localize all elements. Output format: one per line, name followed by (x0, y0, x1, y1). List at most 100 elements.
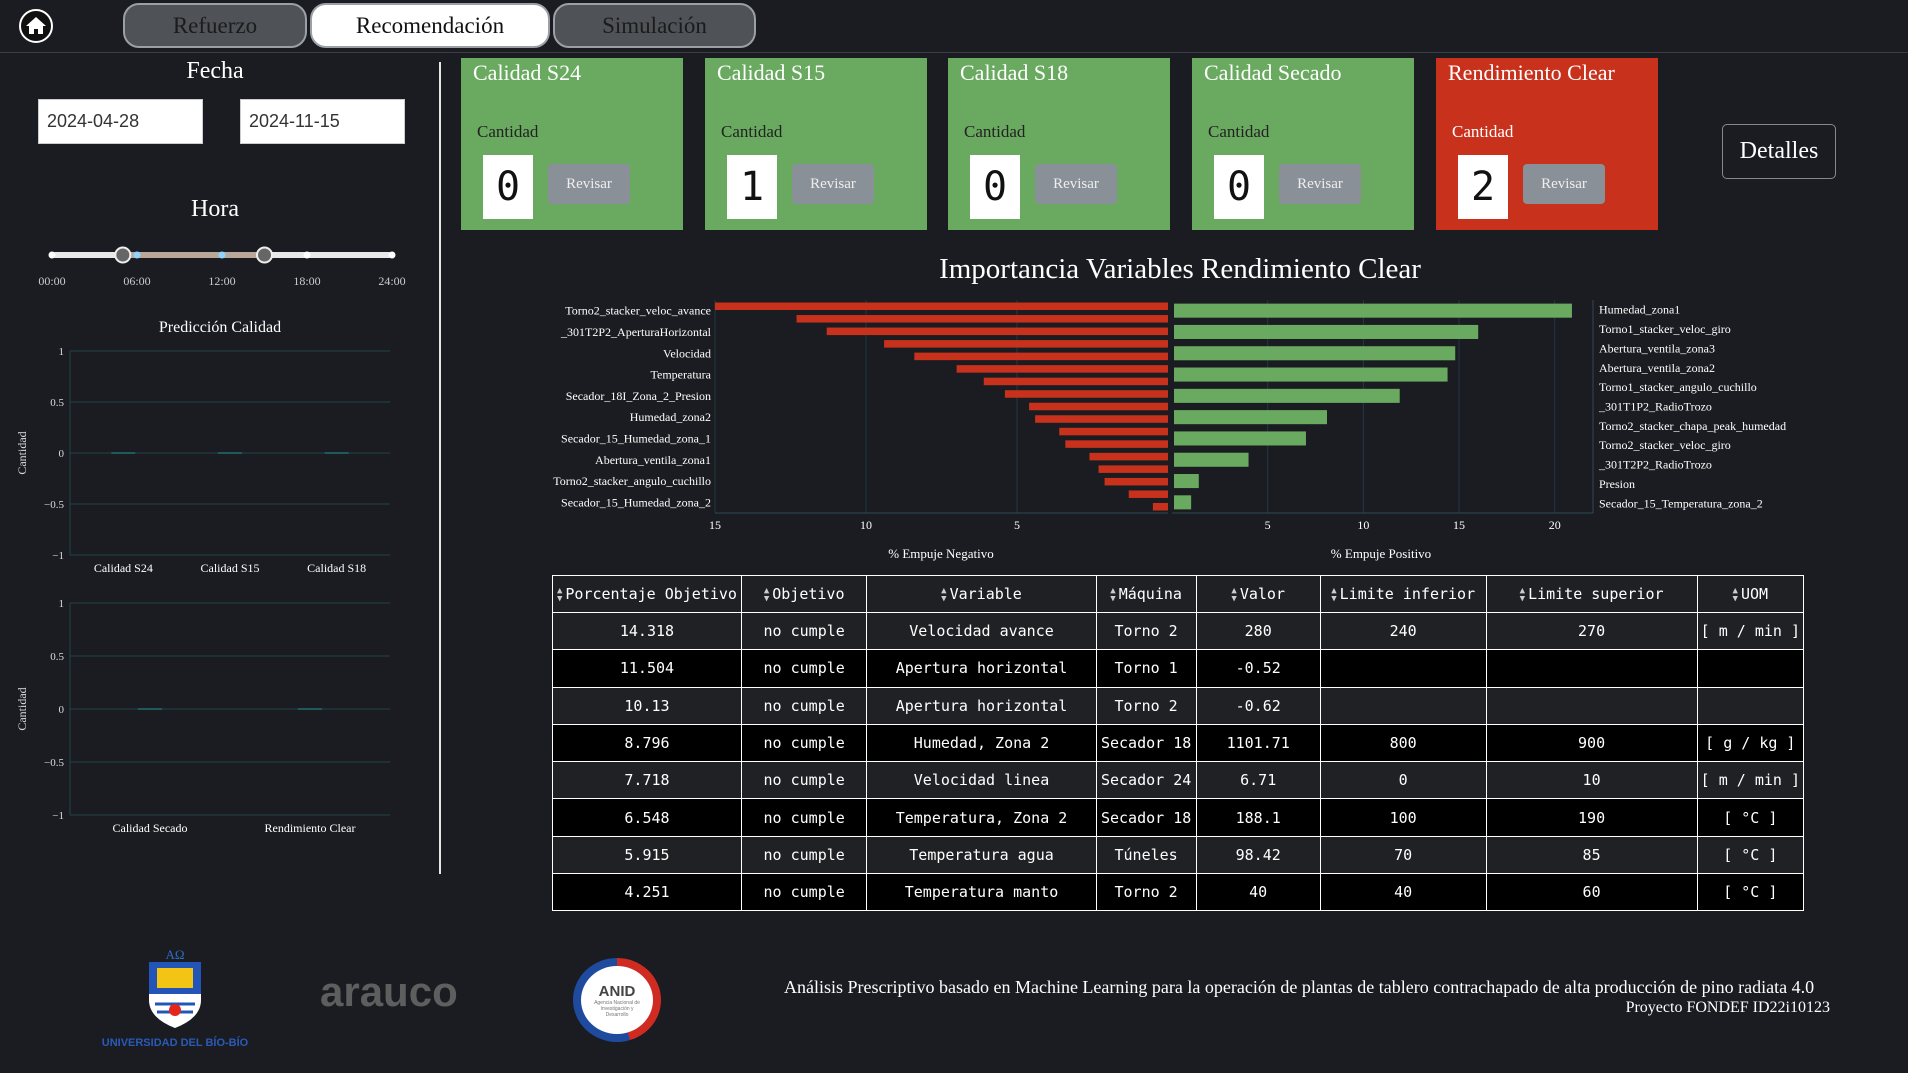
table-cell: [ °C ] (1696, 873, 1805, 912)
table-cell (1319, 649, 1487, 688)
table-cell: 14.318 (552, 611, 742, 651)
sort-icon[interactable]: ▲ ▼ (1520, 586, 1525, 603)
table-cell: Túneles (1095, 835, 1197, 875)
start-date-input[interactable]: 2024-04-28 (38, 99, 203, 144)
table-cell: 8.796 (552, 723, 742, 763)
x-tick-label: 20 (1549, 518, 1561, 532)
table-cell: 70 (1319, 835, 1487, 875)
anid-subtitle: Agencia Nacional de Investigación y Desa… (594, 999, 640, 1018)
table-cell: 10.13 (552, 686, 742, 725)
column-header[interactable]: ▲ ▼ Limite inferior (1319, 575, 1487, 613)
card-subtitle: Cantidad (1452, 122, 1514, 141)
home-icon (26, 17, 46, 34)
table-row: 10.13 no cumple Apertura horizontal Torno 2… (552, 686, 1805, 725)
negative-bar (884, 340, 1168, 348)
table-cell: -0.52 (1195, 649, 1321, 688)
tab-recomendacion[interactable]: Recomendación (310, 3, 550, 48)
footer-project: Proyecto FONDEF ID22i10123 (1625, 999, 1830, 1016)
sort-icon[interactable]: ▲ ▼ (941, 586, 946, 603)
review-button[interactable]: Revisar (548, 164, 630, 204)
card-calidad-s18: Calidad S18 Cantidad 0 Revisar (948, 58, 1170, 230)
udb-crest-icon: ΑΩ (147, 948, 203, 1028)
table-cell: 85 (1485, 835, 1698, 875)
negative-bar (1152, 502, 1168, 511)
table-cell: 7.718 (552, 761, 742, 800)
review-button[interactable]: Revisar (1035, 164, 1117, 204)
slider-handle-end[interactable] (256, 246, 273, 264)
negative-bar (1098, 465, 1168, 473)
table-cell (1485, 686, 1698, 725)
hour-title: Hora (191, 196, 239, 222)
table-cell: 11.504 (552, 649, 742, 688)
positive-category-label: Abertura_ventila_zona2 (1599, 361, 1715, 375)
table-cell (1485, 649, 1698, 688)
y-tick-label: 1 (59, 598, 65, 610)
negative-category-label: Humedad_zona2 (630, 410, 711, 424)
negative-category-label: Secador_15_Humedad_zona_1 (561, 431, 711, 445)
positive-category-label: Torno2_stacker_veloc_giro (1599, 438, 1731, 452)
slider-tick-dot (133, 251, 141, 259)
y-tick-label: 0 (59, 704, 65, 716)
y-tick-label: −0.5 (44, 757, 64, 769)
card-count: 0 (970, 155, 1020, 219)
column-header[interactable]: ▲ ▼ UOM (1696, 575, 1805, 613)
review-button[interactable]: Revisar (792, 164, 874, 204)
sort-icon[interactable]: ▲ ▼ (1331, 586, 1336, 603)
recommendation-table: ▲ ▼ Porcentaje Objetivo ▲ ▼ Objetivo ▲ ▼ Variabl… (552, 575, 1805, 912)
table-cell: [ °C ] (1696, 798, 1805, 837)
end-date-input[interactable]: 2024-11-15 (240, 99, 405, 144)
sort-icon[interactable]: ▲ ▼ (557, 586, 562, 603)
negative-category-label: _301T2P2_AperturaHorizontal (560, 325, 712, 339)
x-tick-label: Calidad S18 (307, 561, 366, 575)
details-button[interactable]: Detalles (1722, 124, 1836, 179)
hour-range-slider[interactable]: 00:00 06:00 12:00 18:00 24:00 (30, 235, 420, 295)
table-cell: Temperatura manto (866, 873, 1097, 912)
column-header[interactable]: ▲ ▼ Objetivo (740, 575, 868, 613)
positive-category-label: _301T1P2_RadioTrozo (1598, 400, 1712, 414)
negative-bar (1065, 440, 1168, 448)
positive-bar (1174, 324, 1479, 339)
negative-bar (826, 327, 1168, 336)
date-title: Fecha (186, 58, 244, 84)
sort-icon[interactable]: ▲ ▼ (1231, 586, 1236, 603)
column-header[interactable]: ▲ ▼ Porcentaje Objetivo (552, 575, 742, 613)
column-header-label: Limite inferior (1339, 585, 1476, 603)
slider-handle-start[interactable] (114, 246, 132, 264)
table-cell: 100 (1319, 798, 1487, 837)
sort-icon[interactable]: ▲ ▼ (1110, 586, 1115, 603)
table-cell: Secador 24 (1095, 761, 1197, 800)
table-cell: no cumple (740, 649, 868, 688)
column-header-label: Máquina (1118, 585, 1182, 603)
review-button[interactable]: Revisar (1279, 164, 1361, 204)
table-cell: [ m / min ] (1696, 761, 1805, 800)
review-button[interactable]: Revisar (1523, 164, 1605, 204)
table-cell: Temperatura agua (866, 835, 1097, 875)
table-cell: 0 (1319, 761, 1487, 800)
slider-tick-label: 12:00 (208, 274, 235, 288)
table-cell: 1101.71 (1195, 723, 1321, 763)
column-header[interactable]: ▲ ▼ Máquina (1095, 575, 1197, 613)
tab-refuerzo[interactable]: Refuerzo (123, 3, 307, 48)
slider-tick-label: 24:00 (378, 274, 405, 288)
sort-icon[interactable]: ▲ ▼ (1733, 586, 1738, 603)
prediction-chart-top: Predicción Calidad 1 0.5 0 −0.5 −1 Cantidad Cal… (15, 319, 390, 575)
table-row: 4.251 no cumple Temperatura manto Torno 2 40… (552, 873, 1805, 912)
table-cell: no cumple (740, 611, 868, 651)
card-calidad-s24: Calidad S24 Cantidad 0 Revisar (461, 58, 683, 230)
table-cell: Temperatura, Zona 2 (866, 798, 1097, 837)
column-header[interactable]: ▲ ▼ Variable (866, 575, 1097, 613)
table-cell: Velocidad linea (866, 761, 1097, 800)
table-cell: [ m / min ] (1696, 611, 1805, 651)
sort-icon[interactable]: ▲ ▼ (764, 586, 769, 603)
column-header[interactable]: ▲ ▼ Limite superior (1485, 575, 1698, 613)
table-cell: 800 (1319, 723, 1487, 763)
column-header[interactable]: ▲ ▼ Valor (1195, 575, 1321, 613)
tab-simulacion[interactable]: Simulación (553, 3, 756, 48)
negative-category-label: Torno2_stacker_veloc_avance (565, 304, 711, 318)
home-button[interactable] (19, 9, 53, 43)
positive-bar (1174, 410, 1328, 425)
table-cell: 190 (1485, 798, 1698, 837)
positive-bar (1174, 303, 1572, 318)
positive-category-label: _301T2P2_RadioTrozo (1598, 458, 1712, 472)
table-cell: no cumple (740, 761, 868, 800)
